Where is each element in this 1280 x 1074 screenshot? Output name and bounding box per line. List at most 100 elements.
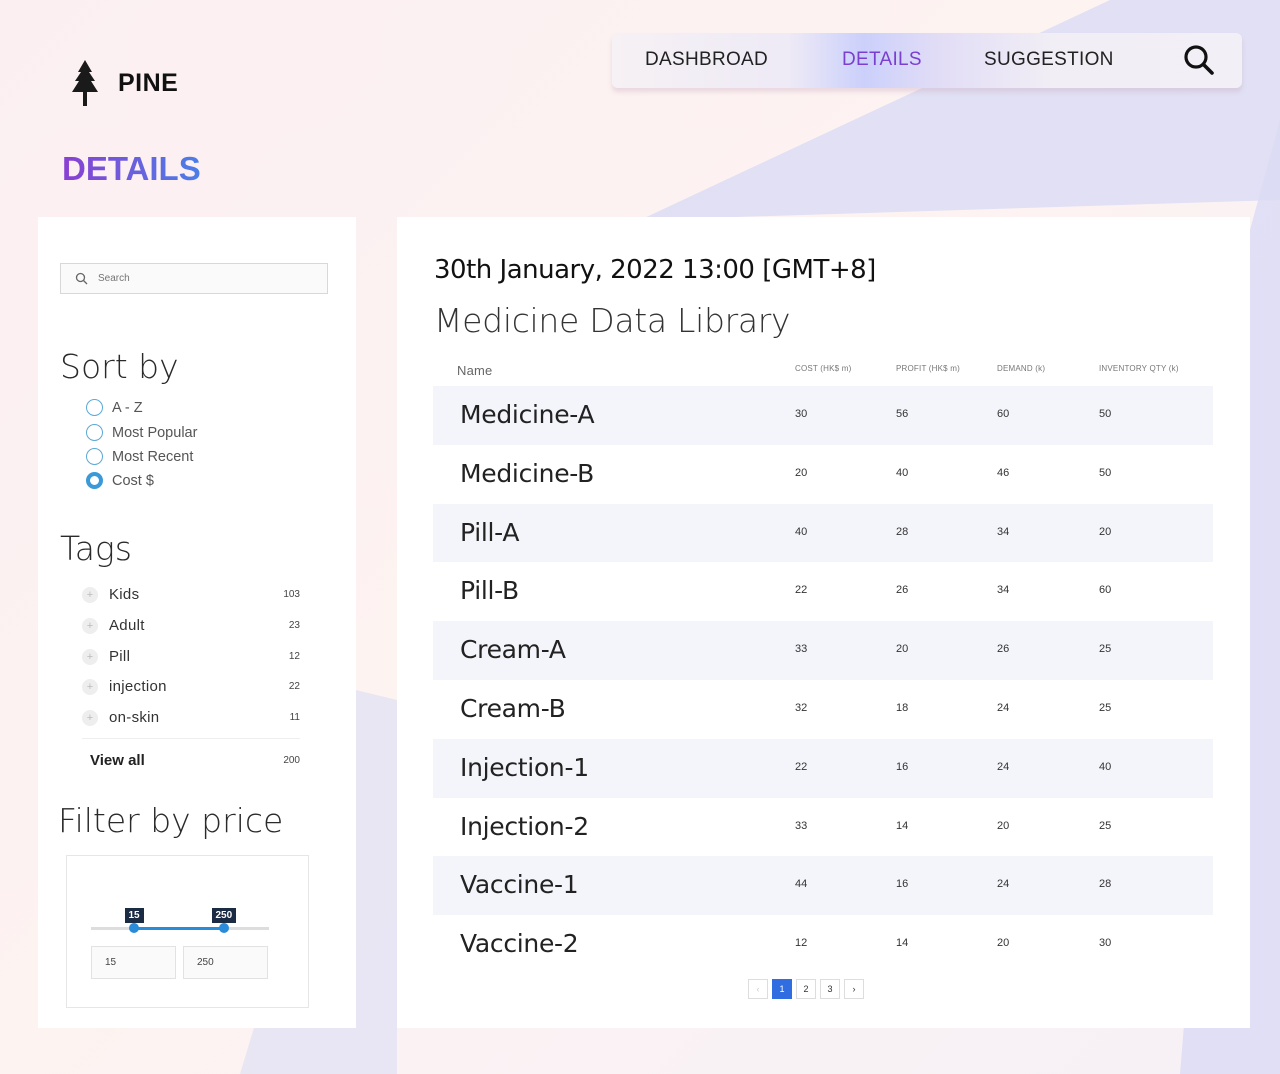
page-button-2[interactable]: 2	[796, 979, 816, 999]
sort-option-label: Most Popular	[112, 424, 198, 441]
table-row[interactable]: Medicine-A 30 56 60 50	[433, 386, 1213, 445]
radio-button[interactable]	[86, 399, 103, 416]
page-button-1[interactable]: 1	[772, 979, 792, 999]
tag-count: 11	[289, 712, 300, 723]
table-row[interactable]: Pill-B 22 26 34 60	[433, 562, 1213, 621]
column-header-inventory[interactable]: INVENTORY QTY (k)	[1099, 364, 1179, 373]
tags-title: Tags	[60, 529, 132, 568]
brand-logo[interactable]: PINE	[70, 60, 178, 106]
search-field[interactable]	[60, 263, 328, 294]
column-header-cost[interactable]: COST (HK$ m)	[795, 364, 851, 373]
profit-cell: 16	[896, 878, 909, 891]
next-page-button[interactable]: ›	[844, 979, 864, 999]
tag-label: Adult	[109, 617, 145, 634]
table-row[interactable]: Vaccine-1 44 16 24 28	[433, 856, 1213, 916]
medicine-name: Injection-2	[460, 811, 589, 841]
tag-on-skin[interactable]: + on-skin 11	[82, 709, 300, 726]
table-row[interactable]: Cream-A 33 20 26 25	[433, 621, 1213, 680]
radio-button[interactable]	[86, 424, 103, 441]
search-icon	[75, 272, 88, 285]
tag-adult[interactable]: + Adult 23	[82, 617, 300, 634]
price-filter-title: Filter by price	[58, 801, 284, 840]
table-row[interactable]: Injection-1 22 16 24 40	[433, 738, 1213, 798]
radio-button[interactable]	[86, 448, 103, 465]
inventory-cell: 50	[1099, 466, 1112, 479]
price-min-tooltip: 15	[124, 908, 144, 923]
cost-cell: 33	[795, 819, 808, 832]
brand-name: PINE	[118, 68, 179, 97]
plus-icon: +	[82, 617, 98, 634]
tag-injection[interactable]: + injection 22	[82, 678, 300, 695]
demand-cell: 24	[997, 878, 1010, 891]
table-row[interactable]: Injection-2 33 14 20 25	[433, 798, 1213, 857]
sort-option-most-recent[interactable]: Most Recent	[86, 448, 193, 465]
table-row[interactable]: Pill-A 40 28 34 20	[433, 503, 1213, 563]
plus-icon: +	[82, 648, 98, 665]
table-row[interactable]: Vaccine-2 12 14 20 30	[433, 915, 1213, 974]
cost-cell: 33	[795, 643, 808, 656]
price-slider-range	[134, 927, 224, 930]
search-input[interactable]	[98, 273, 298, 284]
profit-cell: 16	[896, 760, 909, 773]
tag-label: injection	[109, 678, 167, 695]
sort-option-cost[interactable]: Cost $	[86, 472, 154, 489]
pagination: ‹ 1 2 3 ›	[748, 979, 864, 999]
table-header: Name COST (HK$ m) PROFIT (HK$ m) DEMAND …	[433, 357, 1213, 386]
page-title: DETAILS	[62, 150, 201, 187]
sort-option-a-z[interactable]: A - Z	[86, 399, 143, 416]
medicine-name: Medicine-B	[460, 458, 594, 488]
price-min-input[interactable]	[91, 946, 176, 979]
pine-tree-icon	[72, 60, 98, 106]
view-all-count: 200	[283, 755, 300, 766]
page-button-3[interactable]: 3	[820, 979, 840, 999]
price-filter-box: 15 250	[66, 855, 309, 1008]
cost-cell: 22	[795, 760, 808, 773]
report-datetime: 30th January, 2022 13:00 [GMT+8]	[434, 255, 876, 285]
demand-cell: 20	[997, 819, 1010, 832]
sort-option-most-popular[interactable]: Most Popular	[86, 424, 197, 441]
medicine-name: Cream-A	[460, 635, 566, 665]
table-body: Medicine-A 30 56 60 50 Medicine-B 20 40 46 50 Pill…	[433, 386, 1213, 974]
prev-page-button[interactable]: ‹	[748, 979, 768, 999]
demand-cell: 34	[997, 525, 1010, 538]
nav-details[interactable]: DETAILS	[842, 49, 922, 71]
column-header-name[interactable]: Name	[457, 363, 492, 378]
cost-cell: 12	[795, 937, 808, 950]
price-max-input[interactable]	[183, 946, 268, 979]
nav-dashboard[interactable]: DASHBROAD	[645, 49, 768, 71]
sort-title: Sort by	[60, 347, 179, 386]
filter-sidebar: Sort by A - Z Most Popular Most Recent C…	[38, 217, 356, 1028]
column-header-demand[interactable]: DEMAND (k)	[997, 364, 1045, 373]
radio-button-checked[interactable]	[86, 472, 103, 489]
medicine-name: Vaccine-1	[460, 870, 579, 900]
sort-option-label: A - Z	[112, 399, 143, 416]
tag-count: 12	[288, 651, 300, 662]
price-max-handle[interactable]	[219, 923, 229, 933]
view-all-tags-link[interactable]: View all 200	[90, 752, 300, 769]
plus-icon: +	[82, 678, 98, 695]
profit-cell: 14	[896, 819, 909, 832]
demand-cell: 24	[997, 701, 1010, 714]
medicine-table: Name COST (HK$ m) PROFIT (HK$ m) DEMAND …	[433, 357, 1213, 974]
inventory-cell: 28	[1099, 878, 1112, 891]
search-icon[interactable]	[1182, 43, 1216, 77]
profit-cell: 26	[896, 584, 909, 597]
tag-pill[interactable]: + Pill 12	[82, 648, 300, 665]
tag-kids[interactable]: + Kids 103	[82, 586, 300, 603]
sort-option-label: Cost $	[112, 472, 154, 489]
profit-cell: 18	[896, 701, 909, 714]
nav-suggestion[interactable]: SUGGESTION	[984, 49, 1114, 71]
tag-count: 103	[283, 589, 300, 600]
inventory-cell: 60	[1099, 584, 1112, 597]
inventory-cell: 40	[1099, 760, 1112, 773]
table-row[interactable]: Medicine-B 20 40 46 50	[433, 445, 1213, 504]
profit-cell: 14	[896, 937, 909, 950]
inventory-cell: 25	[1099, 643, 1112, 656]
table-row[interactable]: Cream-B 32 18 24 25	[433, 680, 1213, 739]
column-header-profit[interactable]: PROFIT (HK$ m)	[896, 364, 960, 373]
inventory-cell: 30	[1099, 937, 1112, 950]
medicine-data-panel: 30th January, 2022 13:00 [GMT+8] Medicin…	[397, 217, 1250, 1028]
price-min-handle[interactable]	[129, 923, 139, 933]
medicine-name: Vaccine-2	[460, 929, 579, 959]
profit-cell: 20	[896, 643, 909, 656]
